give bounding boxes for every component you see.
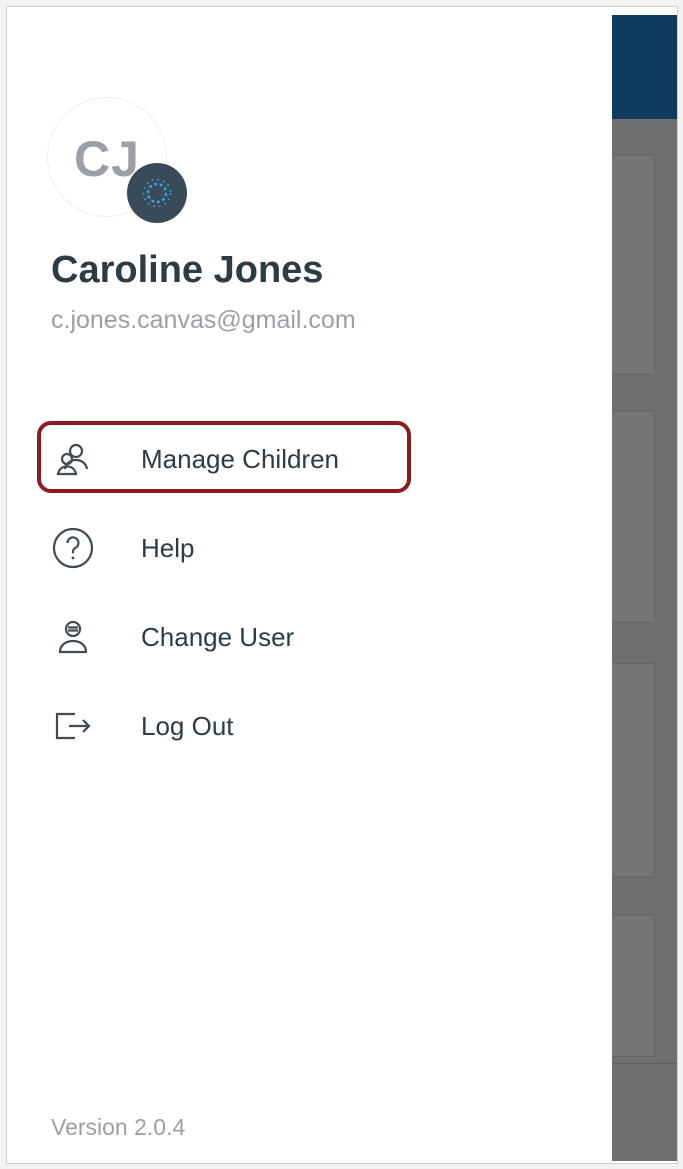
menu-item-log-out[interactable]: Log Out bbox=[35, 687, 415, 765]
logout-icon bbox=[47, 700, 99, 752]
menu-item-change-user[interactable]: Change User bbox=[35, 598, 415, 676]
menu-item-label: Manage Children bbox=[141, 443, 340, 474]
background-card bbox=[612, 155, 655, 375]
change-user-icon bbox=[47, 611, 99, 663]
menu-item-label: Log Out bbox=[141, 710, 234, 741]
background-divider bbox=[612, 1063, 677, 1064]
screenshot-frame: CJ Caroline Jones c.jones.canvas@gmail.c… bbox=[6, 6, 678, 1164]
help-icon bbox=[47, 522, 99, 574]
user-name: Caroline Jones bbox=[51, 249, 324, 291]
menu-item-label: Help bbox=[141, 532, 195, 563]
menu-item-label: Change User bbox=[141, 621, 295, 652]
background-card bbox=[612, 411, 655, 623]
menu-item-help[interactable]: Help bbox=[35, 509, 415, 587]
manage-children-icon bbox=[47, 433, 99, 485]
canvas-logo-icon bbox=[127, 163, 187, 223]
app-header-bar bbox=[612, 15, 677, 119]
app-version: Version 2.0.4 bbox=[51, 1114, 186, 1140]
dimmed-background-app[interactable] bbox=[612, 15, 677, 1161]
menu-item-manage-children[interactable]: Manage Children bbox=[35, 420, 415, 498]
background-card bbox=[612, 915, 655, 1057]
navigation-drawer: CJ Caroline Jones c.jones.canvas@gmail.c… bbox=[13, 15, 612, 1161]
user-email: c.jones.canvas@gmail.com bbox=[51, 306, 356, 334]
background-card bbox=[612, 663, 655, 877]
